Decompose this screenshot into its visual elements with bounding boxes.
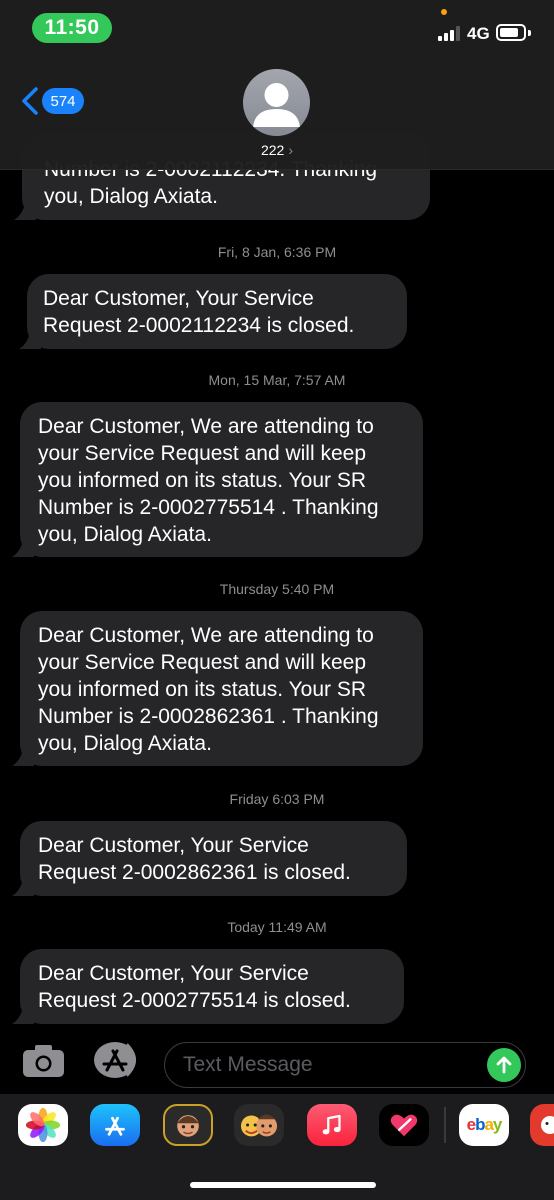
- memoji-stickers-icon[interactable]: [234, 1104, 284, 1146]
- bubble-tail: [12, 744, 34, 766]
- camera-icon[interactable]: [22, 1043, 65, 1078]
- bubble-tail: [12, 535, 34, 557]
- app-store-icon[interactable]: [90, 1104, 140, 1146]
- message-timestamp: Fri, 8 Jan, 6:36 PM: [217, 244, 337, 260]
- mic-indicator-dot: [441, 9, 447, 15]
- message-bubble[interactable]: Dear Customer, We are attending to your …: [12, 611, 423, 766]
- message-timestamp: Mon, 15 Mar, 7:57 AM: [208, 372, 346, 388]
- ebay-icon[interactable]: ebay: [459, 1104, 509, 1146]
- message-text: Dear Customer, Your Service Request 2-00…: [43, 287, 355, 337]
- battery-icon: [496, 24, 526, 41]
- digital-touch-icon[interactable]: [379, 1104, 429, 1146]
- send-button[interactable]: [487, 1048, 521, 1082]
- person-icon: [253, 83, 300, 127]
- photos-icon[interactable]: [18, 1104, 68, 1146]
- message-text: Dear Customer, Your Service Request 2-00…: [38, 834, 351, 884]
- bubble-tail: [14, 198, 36, 220]
- home-indicator[interactable]: [190, 1182, 376, 1188]
- message-timestamp: Today 11:49 AM: [227, 919, 327, 935]
- drawer-divider: [444, 1107, 446, 1143]
- memoji-icon[interactable]: [163, 1104, 213, 1146]
- message-timestamp: Thursday 5:40 PM: [219, 581, 335, 597]
- contact-name-button[interactable]: 222 ›: [0, 142, 554, 158]
- arrow-up-icon: [496, 1056, 512, 1074]
- message-input[interactable]: Text Message: [164, 1042, 526, 1088]
- app-store-icon[interactable]: [93, 1041, 141, 1079]
- message-bubble[interactable]: Dear Customer, Your Service Request 2-00…: [12, 821, 407, 896]
- back-button[interactable]: 574: [20, 86, 84, 116]
- bubble-tail: [12, 1002, 34, 1024]
- chevron-right-icon: ›: [288, 142, 294, 158]
- battery-cap: [528, 30, 531, 36]
- contact-name: 222: [260, 142, 285, 158]
- composer-bar: Text Message: [0, 1030, 554, 1094]
- unread-count-badge: 574: [42, 88, 84, 114]
- chevron-left-icon: [22, 87, 38, 115]
- message-timestamp: Friday 6:03 PM: [229, 791, 325, 807]
- message-text: Dear Customer, We are attending to your …: [38, 624, 379, 755]
- cellular-signal-icon: [438, 26, 460, 41]
- message-text: Dear Customer, We are attending to your …: [38, 415, 379, 546]
- network-type: 4G: [467, 24, 490, 43]
- message-input-placeholder: Text Message: [183, 1053, 313, 1076]
- message-bubble[interactable]: Dear Customer, Your Service Request 2-00…: [12, 949, 404, 1024]
- ebay-logo-text: ebay: [466, 1115, 503, 1134]
- bubble-tail: [12, 874, 34, 896]
- app-drawer: ebay: [0, 1094, 554, 1200]
- sticker-app-icon[interactable]: [530, 1104, 554, 1146]
- status-time[interactable]: 11:50: [32, 13, 112, 43]
- music-icon[interactable]: [307, 1104, 357, 1146]
- message-bubble[interactable]: Dear Customer, Your Service Request 2-00…: [19, 274, 407, 349]
- message-bubble[interactable]: Dear Customer, We are attending to your …: [12, 402, 423, 557]
- contact-avatar[interactable]: [243, 69, 310, 136]
- status-bar: 11:50 4G: [0, 0, 554, 56]
- message-text: Dear Customer, Your Service Request 2-00…: [38, 962, 351, 1012]
- bubble-tail: [19, 327, 41, 349]
